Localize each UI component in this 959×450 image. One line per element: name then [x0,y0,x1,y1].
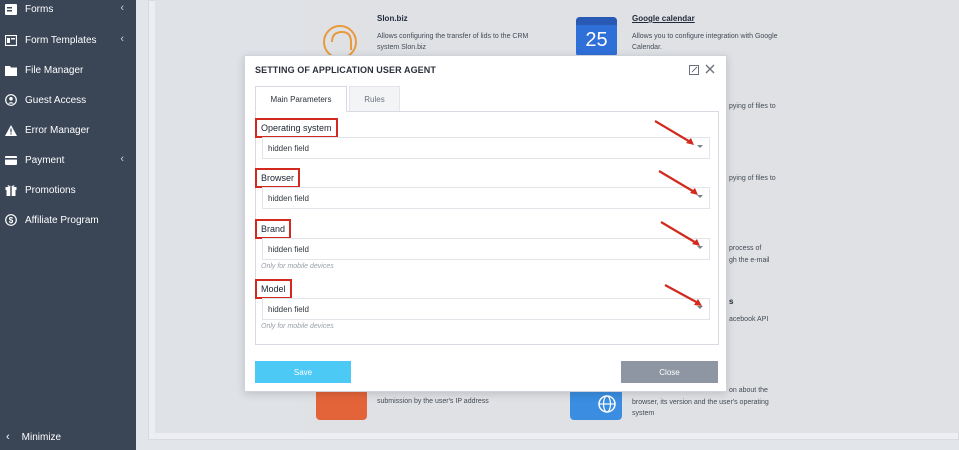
sidebar-item-label: Affiliate Program [25,214,99,226]
sidebar-item-error-manager[interactable]: Error Manager [0,118,136,142]
brand-select[interactable]: hidden field [262,238,710,260]
bg-text-fragment: s [729,297,734,306]
annotation-arrow [664,284,702,306]
slon-description: Allows configuring the transfer of lids … [377,33,529,51]
chevron-left-icon: ‹ [120,2,124,14]
sidebar-item-label: File Manager [25,64,84,76]
select-value: hidden field [268,193,309,203]
select-value: hidden field [268,304,309,314]
bg-text-fragment: on about the [729,387,768,394]
google-calendar-icon: 25 [576,17,617,57]
annotation-arrow [658,170,698,195]
chevron-left-icon: ‹ [120,153,124,165]
slon-title[interactable]: Slon.biz [377,14,408,23]
minimize-button[interactable]: ‹ Minimize [0,426,136,448]
sidebar-item-payment[interactable]: Payment ‹ [0,148,136,172]
browser-globe-icon [570,389,622,420]
annotation-arrow [660,221,700,246]
model-hint: Only for mobile devices [261,323,334,330]
sidebar-item-form-templates[interactable]: Form Templates ‹ [0,28,136,52]
brand-hint: Only for mobile devices [261,263,334,270]
sidebar-item-label: Guest Access [25,94,87,106]
chevron-left-icon: ‹ [6,431,10,443]
form-templates-icon [4,33,18,47]
brand-label: Brand [255,219,292,239]
dialog-title: SETTING OF APPLICATION USER AGENT [255,65,436,75]
operating-system-label: Operating system [255,118,338,138]
sidebar: Forms ‹ Form Templates ‹ File Manager Gu… [0,0,136,450]
close-icon[interactable] [703,62,717,76]
tab-rules[interactable]: Rules [349,86,400,112]
bg-text-fragment: browser, its version and the user's oper… [632,399,769,406]
gift-icon [4,183,18,197]
browser-label: Browser [255,168,301,188]
model-select[interactable]: hidden field [262,298,710,320]
bg-text-fragment: system [632,410,655,417]
close-button[interactable]: Close [621,361,718,383]
bg-text-fragment: pying of files to [729,175,776,182]
save-button[interactable]: Save [255,361,351,383]
bg-text-fragment: acebook API [729,316,769,323]
credit-card-icon [4,153,18,167]
forms-icon [4,2,18,16]
chevron-left-icon: ‹ [120,33,124,45]
bg-text-fragment: pying of files to [729,103,776,110]
select-value: hidden field [268,143,309,153]
google-calendar-description: Allows you to configure integration with… [632,33,778,51]
sidebar-item-file-manager[interactable]: File Manager [0,58,136,82]
bg-text-fragment: gh the e-mail [729,257,770,264]
google-calendar-title[interactable]: Google calendar [632,14,695,23]
user-agent-settings-dialog: SETTING OF APPLICATION USER AGENT Main P… [244,55,727,392]
calendar-day: 25 [585,29,608,51]
sidebar-item-label: Payment [25,154,65,166]
bg-text-fragment: submission by the user's IP address [377,398,489,405]
sidebar-item-label: Promotions [25,184,76,196]
minimize-label: Minimize [21,431,62,443]
guest-access-icon [4,93,18,107]
elephant-icon [318,20,364,59]
dollar-icon: $ [4,213,18,227]
sidebar-item-label: Form Templates [25,34,97,46]
sidebar-item-promotions[interactable]: Promotions [0,178,136,202]
ip-block-icon [316,389,367,420]
expand-icon[interactable] [688,64,700,76]
bg-text-fragment: process of [729,245,762,252]
sidebar-item-label: Forms [25,3,54,15]
annotation-arrow [654,120,694,145]
browser-select[interactable]: hidden field [262,187,710,209]
select-value: hidden field [268,244,309,254]
operating-system-select[interactable]: hidden field [262,137,710,159]
model-label: Model [255,279,292,299]
file-manager-icon [4,63,18,77]
sidebar-item-label: Error Manager [25,124,90,136]
tab-main-parameters[interactable]: Main Parameters [255,86,347,112]
sidebar-item-forms[interactable]: Forms ‹ [0,0,136,21]
warning-icon [4,123,18,137]
svg-text:$: $ [9,216,14,225]
sidebar-item-affiliate-program[interactable]: $ Affiliate Program [0,208,136,232]
sidebar-item-guest-access[interactable]: Guest Access [0,88,136,112]
